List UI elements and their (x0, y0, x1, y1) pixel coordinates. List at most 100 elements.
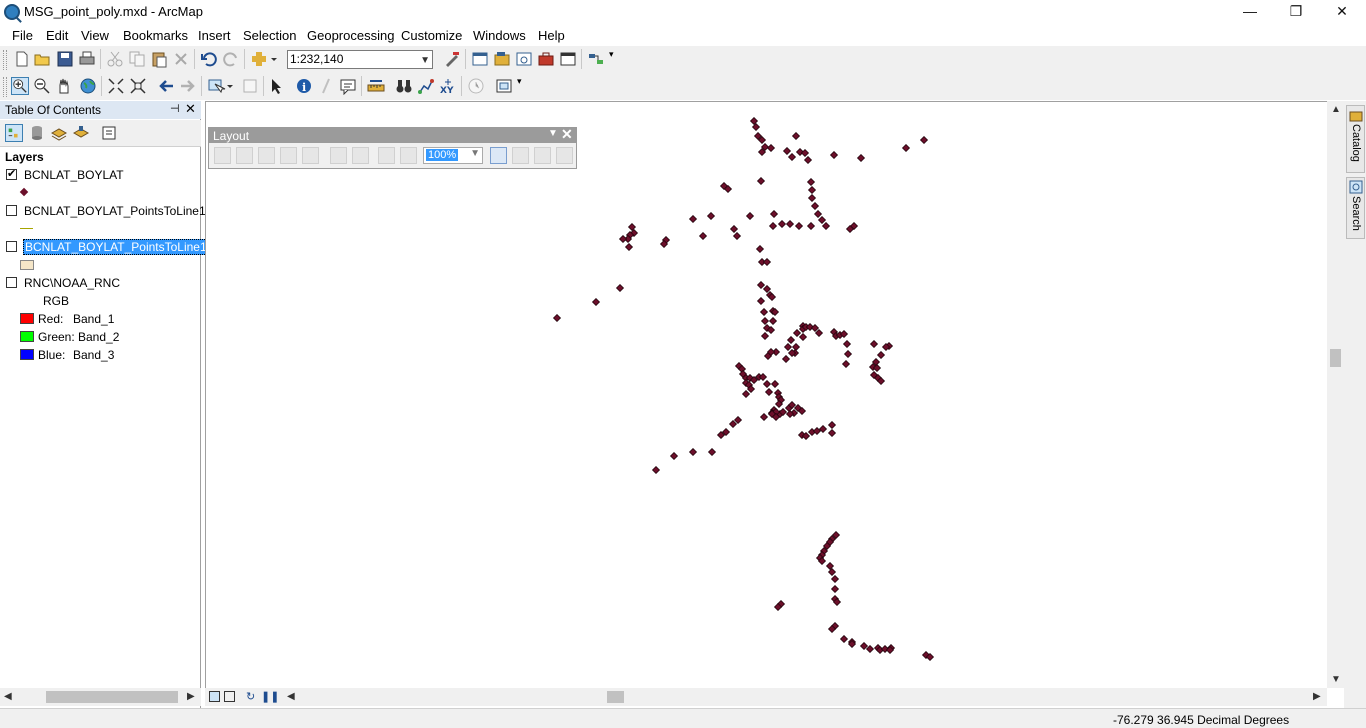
paste-icon[interactable] (150, 50, 168, 68)
point-feature[interactable] (698, 231, 708, 241)
scroll-up-icon[interactable]: ▲ (1331, 104, 1341, 115)
zoom-in-icon[interactable] (11, 77, 29, 95)
point-feature[interactable] (688, 214, 698, 224)
line-symbol-icon[interactable] (20, 228, 33, 229)
band-blue-swatch[interactable] (20, 349, 34, 360)
clear-selection-icon[interactable] (241, 77, 259, 95)
scroll-down-icon[interactable]: ▼ (1331, 674, 1341, 685)
hyperlink-icon[interactable] (317, 77, 335, 95)
layer-name[interactable]: RNC\NOAA_RNC (24, 276, 120, 290)
arctoolbox-icon[interactable] (537, 50, 555, 68)
go-to-xy-icon[interactable]: XY (439, 77, 457, 95)
point-feature[interactable] (591, 297, 601, 307)
point-feature[interactable] (798, 332, 808, 342)
refresh-icon[interactable]: ↻ (246, 690, 255, 703)
editor-toolbar-icon[interactable] (443, 50, 461, 68)
scroll-thumb[interactable] (46, 691, 178, 703)
python-window-icon[interactable] (559, 50, 577, 68)
zoom-100-percent-icon[interactable] (302, 147, 319, 164)
point-feature[interactable] (856, 153, 866, 163)
band-green-swatch[interactable] (20, 331, 34, 342)
point-feature[interactable] (669, 451, 679, 461)
point-feature[interactable] (806, 221, 816, 231)
menu-edit[interactable]: Edit (46, 28, 68, 43)
point-feature[interactable] (618, 234, 628, 244)
undo-icon[interactable] (200, 50, 218, 68)
point-feature[interactable] (876, 350, 886, 360)
save-icon[interactable] (56, 50, 74, 68)
map-horizontal-scrollbar[interactable]: ◀ ▶ (205, 688, 1327, 706)
fixed-zoom-out-icon[interactable] (129, 77, 147, 95)
menu-geoprocessing[interactable]: Geoprocessing (307, 28, 394, 43)
add-data-icon[interactable] (250, 50, 278, 68)
find-binoculars-icon[interactable] (395, 77, 413, 95)
layout-toolbar[interactable]: Layout ▼ ✕ 100% ▼ (208, 126, 577, 169)
toolbar-menu-icon[interactable]: ▼ (548, 128, 558, 139)
map-vertical-scrollbar[interactable]: ▲ ▼ (1327, 101, 1344, 688)
full-extent-globe-icon[interactable] (79, 77, 97, 95)
point-feature[interactable] (786, 335, 796, 345)
point-feature[interactable] (781, 354, 791, 364)
identify-icon[interactable]: i (295, 77, 313, 95)
point-feature[interactable] (806, 177, 816, 187)
layer-visibility-checkbox[interactable] (6, 277, 17, 288)
point-feature[interactable] (839, 634, 849, 644)
catalog-tab[interactable]: Catalog (1346, 105, 1365, 173)
point-feature[interactable] (794, 221, 804, 231)
chevron-down-icon[interactable]: ▼ (420, 52, 430, 69)
point-feature[interactable] (807, 185, 817, 195)
point-feature[interactable] (803, 155, 813, 165)
map-scale-combobox[interactable]: 1:232,140 ▼ (287, 50, 433, 69)
layers-group-label[interactable]: Layers (5, 150, 44, 164)
point-feature[interactable] (827, 428, 837, 438)
measure-ruler-icon[interactable] (367, 77, 385, 95)
point-feature[interactable] (706, 211, 716, 221)
search-window-icon[interactable] (515, 50, 533, 68)
point-feature[interactable] (759, 307, 769, 317)
point-feature[interactable] (842, 339, 852, 349)
data-driven-pages-icon[interactable] (556, 147, 573, 164)
point-feature[interactable] (827, 420, 837, 430)
point-feature[interactable] (728, 419, 738, 429)
select-elements-arrow-icon[interactable] (268, 77, 286, 95)
find-route-icon[interactable] (417, 77, 435, 95)
layout-pan-icon[interactable] (258, 147, 275, 164)
point-feature[interactable] (766, 143, 776, 153)
html-popup-icon[interactable] (339, 77, 357, 95)
layer-visibility-checkbox[interactable] (6, 167, 17, 180)
time-slider-icon[interactable] (467, 77, 485, 95)
redo-icon[interactable] (222, 50, 240, 68)
map-canvas[interactable] (206, 102, 1328, 689)
zoom-out-icon[interactable] (33, 77, 51, 95)
forward-arrow-icon[interactable] (179, 77, 197, 95)
scroll-right-icon[interactable]: ▶ (1313, 691, 1321, 702)
list-by-selection-icon[interactable] (72, 124, 90, 142)
cut-icon[interactable] (106, 50, 124, 68)
menu-customize[interactable]: Customize (401, 28, 462, 43)
point-feature[interactable] (729, 224, 739, 234)
fixed-zoom-in-icon[interactable] (107, 77, 125, 95)
minimize-button[interactable]: — (1227, 0, 1273, 24)
point-feature[interactable] (869, 339, 879, 349)
point-feature[interactable] (901, 143, 911, 153)
layer-visibility-checkbox[interactable] (6, 205, 17, 216)
copy-icon[interactable] (128, 50, 146, 68)
point-feature[interactable] (759, 412, 769, 422)
point-feature[interactable] (762, 284, 772, 294)
point-feature[interactable] (785, 219, 795, 229)
toc-window-icon[interactable] (471, 50, 489, 68)
point-feature[interactable] (777, 219, 787, 229)
point-feature[interactable] (813, 209, 823, 219)
point-feature[interactable] (707, 447, 717, 457)
layout-view-icon[interactable] (224, 691, 235, 702)
point-feature[interactable] (762, 257, 772, 267)
pan-hand-icon[interactable] (55, 77, 73, 95)
toggle-draft-mode-icon[interactable] (490, 147, 507, 164)
point-feature[interactable] (830, 584, 840, 594)
go-forward-extent-icon[interactable] (400, 147, 417, 164)
list-by-visibility-icon[interactable] (50, 124, 68, 142)
point-feature[interactable] (814, 328, 824, 338)
close-icon[interactable]: ✕ (561, 126, 573, 143)
menu-insert[interactable]: Insert (198, 28, 231, 43)
back-arrow-icon[interactable] (157, 77, 175, 95)
